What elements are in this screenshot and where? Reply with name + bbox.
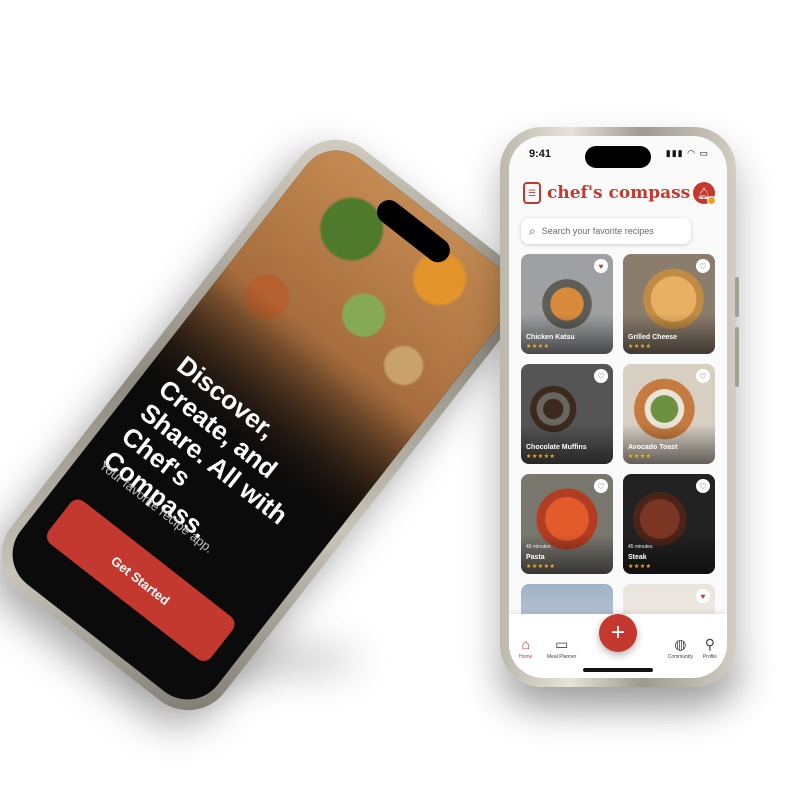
globe-icon: ◍ (674, 636, 687, 652)
nav-label-profile: Profile (702, 654, 717, 660)
nav-label-community: Community (667, 654, 693, 660)
heart-outline-icon[interactable]: ♡ (696, 479, 710, 493)
rating-stars: ★★★★ (628, 454, 652, 460)
rating-stars: ★★★★ (628, 344, 652, 350)
onboarding-phone-frame: Discover, Create, and Share. All with Ch… (0, 121, 541, 729)
search-input[interactable]: ⌕ Search your favorite recipes (521, 218, 691, 244)
recipe-card[interactable]: ♡ Grilled Cheese ★★★★ (623, 254, 715, 354)
nav-meal-planner[interactable]: ▭ Meal Planner (547, 636, 576, 660)
rating-stars: ★★★★ (526, 344, 550, 350)
nav-label-home: Home (519, 654, 533, 660)
nav-profile[interactable]: ⚲ Profile (703, 636, 717, 660)
heart-outline-icon[interactable]: ♡ (594, 369, 608, 383)
heart-icon[interactable]: ♥ (696, 589, 710, 603)
search-icon: ⌕ (529, 223, 536, 238)
home-icon: ⌂ (521, 636, 530, 652)
plus-icon: + (610, 619, 625, 646)
signal-wifi-battery-icon: ▮▮▮ ◠ ▭ (665, 148, 709, 158)
app-name: chef's compass (547, 183, 691, 203)
onboarding-screen: Discover, Create, and Share. All with Ch… (0, 135, 527, 715)
bell-icon[interactable]: 🔔︎ (693, 182, 716, 205)
side-button (735, 327, 739, 387)
nav-label-meal-planner: Meal Planner (547, 654, 577, 660)
status-bar: 9:41 ▮▮▮ ◠ ▭ (509, 136, 727, 170)
recipe-card[interactable]: ♡ Avocado Toast ★★★★ (623, 364, 715, 464)
chef-book-logo-icon: ☰ (523, 182, 541, 204)
rating-stars: ★★★★ (628, 564, 652, 570)
recipe-time: 45 minutes (628, 544, 653, 550)
heart-outline-icon[interactable]: ♡ (696, 369, 710, 383)
rating-stars: ★★★★★ (526, 454, 556, 460)
recipe-name: Avocado Toast (628, 444, 678, 451)
notification-dot (707, 196, 716, 205)
app-phone: 9:41 ▮▮▮ ◠ ▭ ☰ chef's compass 🔔︎ ⌕ Searc… (500, 127, 739, 687)
home-indicator (583, 668, 653, 672)
recipe-name: Grilled Cheese (628, 334, 678, 341)
heart-outline-icon[interactable]: ♡ (594, 479, 608, 493)
add-recipe-button[interactable]: + (599, 614, 637, 652)
calendar-icon: ▭ (555, 636, 569, 652)
recipe-card[interactable]: ♥ Chicken Katsu ★★★★ (521, 254, 613, 354)
side-button (735, 277, 739, 317)
app-brand: ☰ chef's compass (523, 182, 690, 204)
recipe-card[interactable]: ♡ 45 minutes Steak ★★★★ (623, 474, 715, 574)
search-placeholder: Search your favorite recipes (541, 226, 654, 236)
recipe-card[interactable]: ♡ Chocolate Muffins ★★★★★ (521, 364, 613, 464)
recipe-name: Steak (628, 554, 647, 561)
nav-community[interactable]: ◍ Community (668, 636, 693, 660)
bottom-nav: ⌂ Home ▭ Meal Planner + ◍ Community ⚲ Pr… (509, 614, 727, 678)
recipe-name: Chocolate Muffins (526, 444, 587, 451)
recipe-time: 40 minutes (526, 544, 551, 550)
heart-icon[interactable]: ♥ (594, 259, 608, 273)
recipe-card[interactable]: ♡ 40 minutes Pasta ★★★★★ (521, 474, 613, 574)
recipe-name: Pasta (526, 554, 545, 561)
user-icon: ⚲ (704, 636, 716, 652)
recipe-name: Chicken Katsu (526, 334, 575, 341)
status-time: 9:41 (529, 148, 552, 160)
home-screen: 9:41 ▮▮▮ ◠ ▭ ☰ chef's compass 🔔︎ ⌕ Searc… (509, 136, 727, 678)
heart-outline-icon[interactable]: ♡ (696, 259, 710, 273)
dynamic-island (585, 146, 651, 168)
rating-stars: ★★★★★ (526, 564, 556, 570)
nav-home[interactable]: ⌂ Home (519, 636, 532, 660)
